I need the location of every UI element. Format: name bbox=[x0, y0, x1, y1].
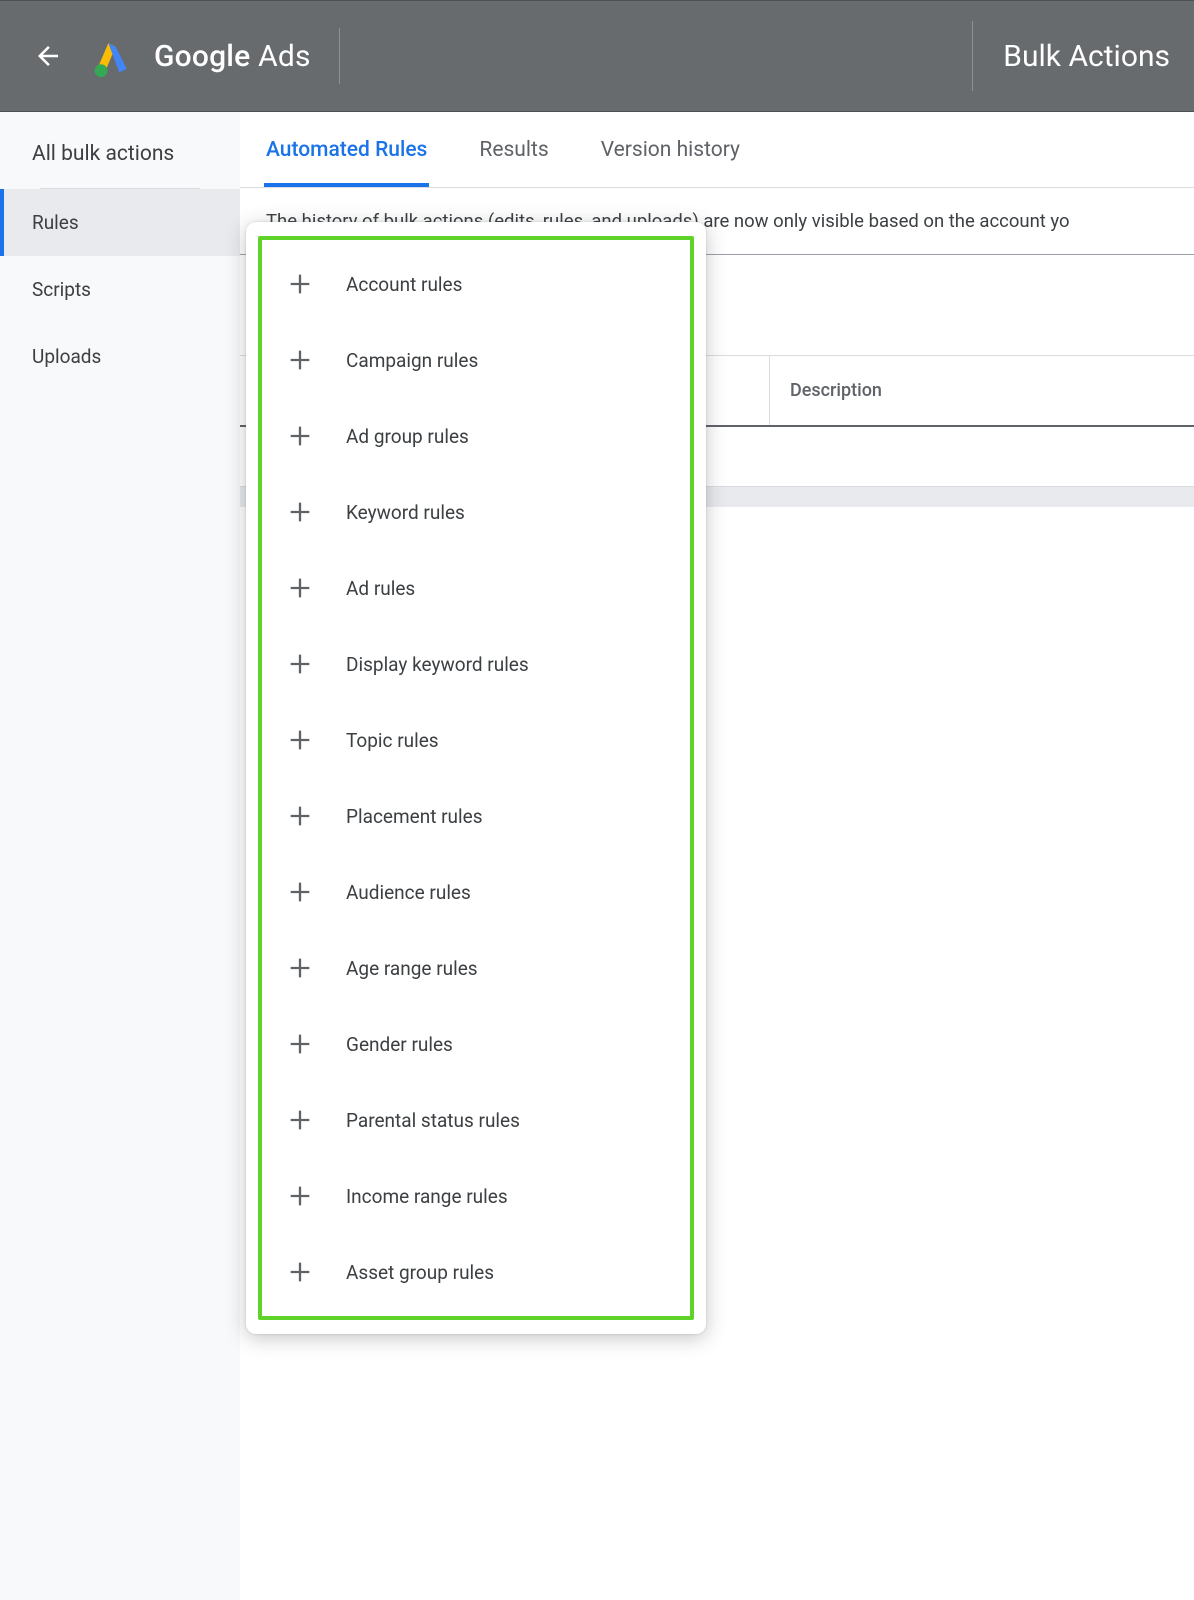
sidebar-header[interactable]: All bulk actions bbox=[0, 112, 240, 188]
dropdown-item-display-keyword-rules[interactable]: Display keyword rules bbox=[262, 626, 690, 702]
dropdown-item-label: Age range rules bbox=[346, 957, 478, 980]
dropdown-item-topic-rules[interactable]: Topic rules bbox=[262, 702, 690, 778]
dropdown-item-label: Campaign rules bbox=[346, 349, 478, 372]
dropdown-item-label: Display keyword rules bbox=[346, 653, 529, 676]
header-divider bbox=[972, 21, 973, 91]
dropdown-item-income-range-rules[interactable]: Income range rules bbox=[262, 1158, 690, 1234]
dropdown-item-label: Asset group rules bbox=[346, 1261, 494, 1284]
plus-icon bbox=[286, 346, 314, 374]
dropdown-item-campaign-rules[interactable]: Campaign rules bbox=[262, 322, 690, 398]
plus-icon bbox=[286, 878, 314, 906]
sidebar-item-scripts[interactable]: Scripts bbox=[0, 256, 240, 323]
dropdown-item-ad-group-rules[interactable]: Ad group rules bbox=[262, 398, 690, 474]
product-title: Google Ads bbox=[154, 39, 311, 74]
new-rule-dropdown: Account rules Campaign rules Ad group rule… bbox=[246, 222, 706, 1334]
plus-icon bbox=[286, 1030, 314, 1058]
header-divider bbox=[339, 28, 340, 84]
dropdown-item-audience-rules[interactable]: Audience rules bbox=[262, 854, 690, 930]
plus-icon bbox=[286, 726, 314, 754]
plus-icon bbox=[286, 422, 314, 450]
dropdown-item-label: Placement rules bbox=[346, 805, 483, 828]
plus-icon bbox=[286, 1258, 314, 1286]
sidebar-item-label: Uploads bbox=[32, 345, 101, 368]
table-header-description[interactable]: Description bbox=[770, 356, 1194, 425]
sidebar: All bulk actions Rules Scripts Uploads bbox=[0, 112, 240, 1600]
plus-icon bbox=[286, 802, 314, 830]
product-title-bold: Google bbox=[154, 39, 250, 74]
tab-bar: Automated Rules Results Version history bbox=[240, 112, 1194, 188]
sidebar-item-uploads[interactable]: Uploads bbox=[0, 323, 240, 390]
plus-icon bbox=[286, 498, 314, 526]
dropdown-item-ad-rules[interactable]: Ad rules bbox=[262, 550, 690, 626]
plus-icon bbox=[286, 574, 314, 602]
dropdown-item-label: Ad rules bbox=[346, 577, 415, 600]
google-ads-logo-icon bbox=[90, 34, 134, 78]
back-button[interactable] bbox=[24, 32, 72, 80]
dropdown-item-label: Account rules bbox=[346, 273, 462, 296]
plus-icon bbox=[286, 954, 314, 982]
top-header: Google Ads Bulk Actions bbox=[0, 0, 1194, 112]
dropdown-item-account-rules[interactable]: Account rules bbox=[262, 246, 690, 322]
dropdown-item-label: Topic rules bbox=[346, 729, 439, 752]
dropdown-item-label: Audience rules bbox=[346, 881, 471, 904]
page-title: Bulk Actions bbox=[1003, 39, 1170, 74]
dropdown-item-gender-rules[interactable]: Gender rules bbox=[262, 1006, 690, 1082]
dropdown-item-label: Ad group rules bbox=[346, 425, 469, 448]
arrow-left-icon bbox=[33, 41, 63, 71]
plus-icon bbox=[286, 270, 314, 298]
sidebar-item-label: Scripts bbox=[32, 278, 91, 301]
plus-icon bbox=[286, 1182, 314, 1210]
dropdown-item-placement-rules[interactable]: Placement rules bbox=[262, 778, 690, 854]
tab-automated-rules[interactable]: Automated Rules bbox=[266, 112, 427, 187]
sidebar-item-label: Rules bbox=[32, 211, 79, 234]
dropdown-item-label: Income range rules bbox=[346, 1185, 508, 1208]
dropdown-item-keyword-rules[interactable]: Keyword rules bbox=[262, 474, 690, 550]
dropdown-highlight-box: Account rules Campaign rules Ad group rule… bbox=[258, 236, 694, 1320]
tab-results[interactable]: Results bbox=[479, 112, 548, 187]
plus-icon bbox=[286, 1106, 314, 1134]
sidebar-item-rules[interactable]: Rules bbox=[0, 189, 240, 256]
dropdown-item-label: Gender rules bbox=[346, 1033, 453, 1056]
tab-version-history[interactable]: Version history bbox=[601, 112, 740, 187]
dropdown-item-label: Keyword rules bbox=[346, 501, 465, 524]
product-title-light: Ads bbox=[258, 39, 311, 74]
dropdown-item-age-range-rules[interactable]: Age range rules bbox=[262, 930, 690, 1006]
plus-icon bbox=[286, 650, 314, 678]
dropdown-item-asset-group-rules[interactable]: Asset group rules bbox=[262, 1234, 690, 1310]
dropdown-item-parental-status-rules[interactable]: Parental status rules bbox=[262, 1082, 690, 1158]
dropdown-item-label: Parental status rules bbox=[346, 1109, 520, 1132]
